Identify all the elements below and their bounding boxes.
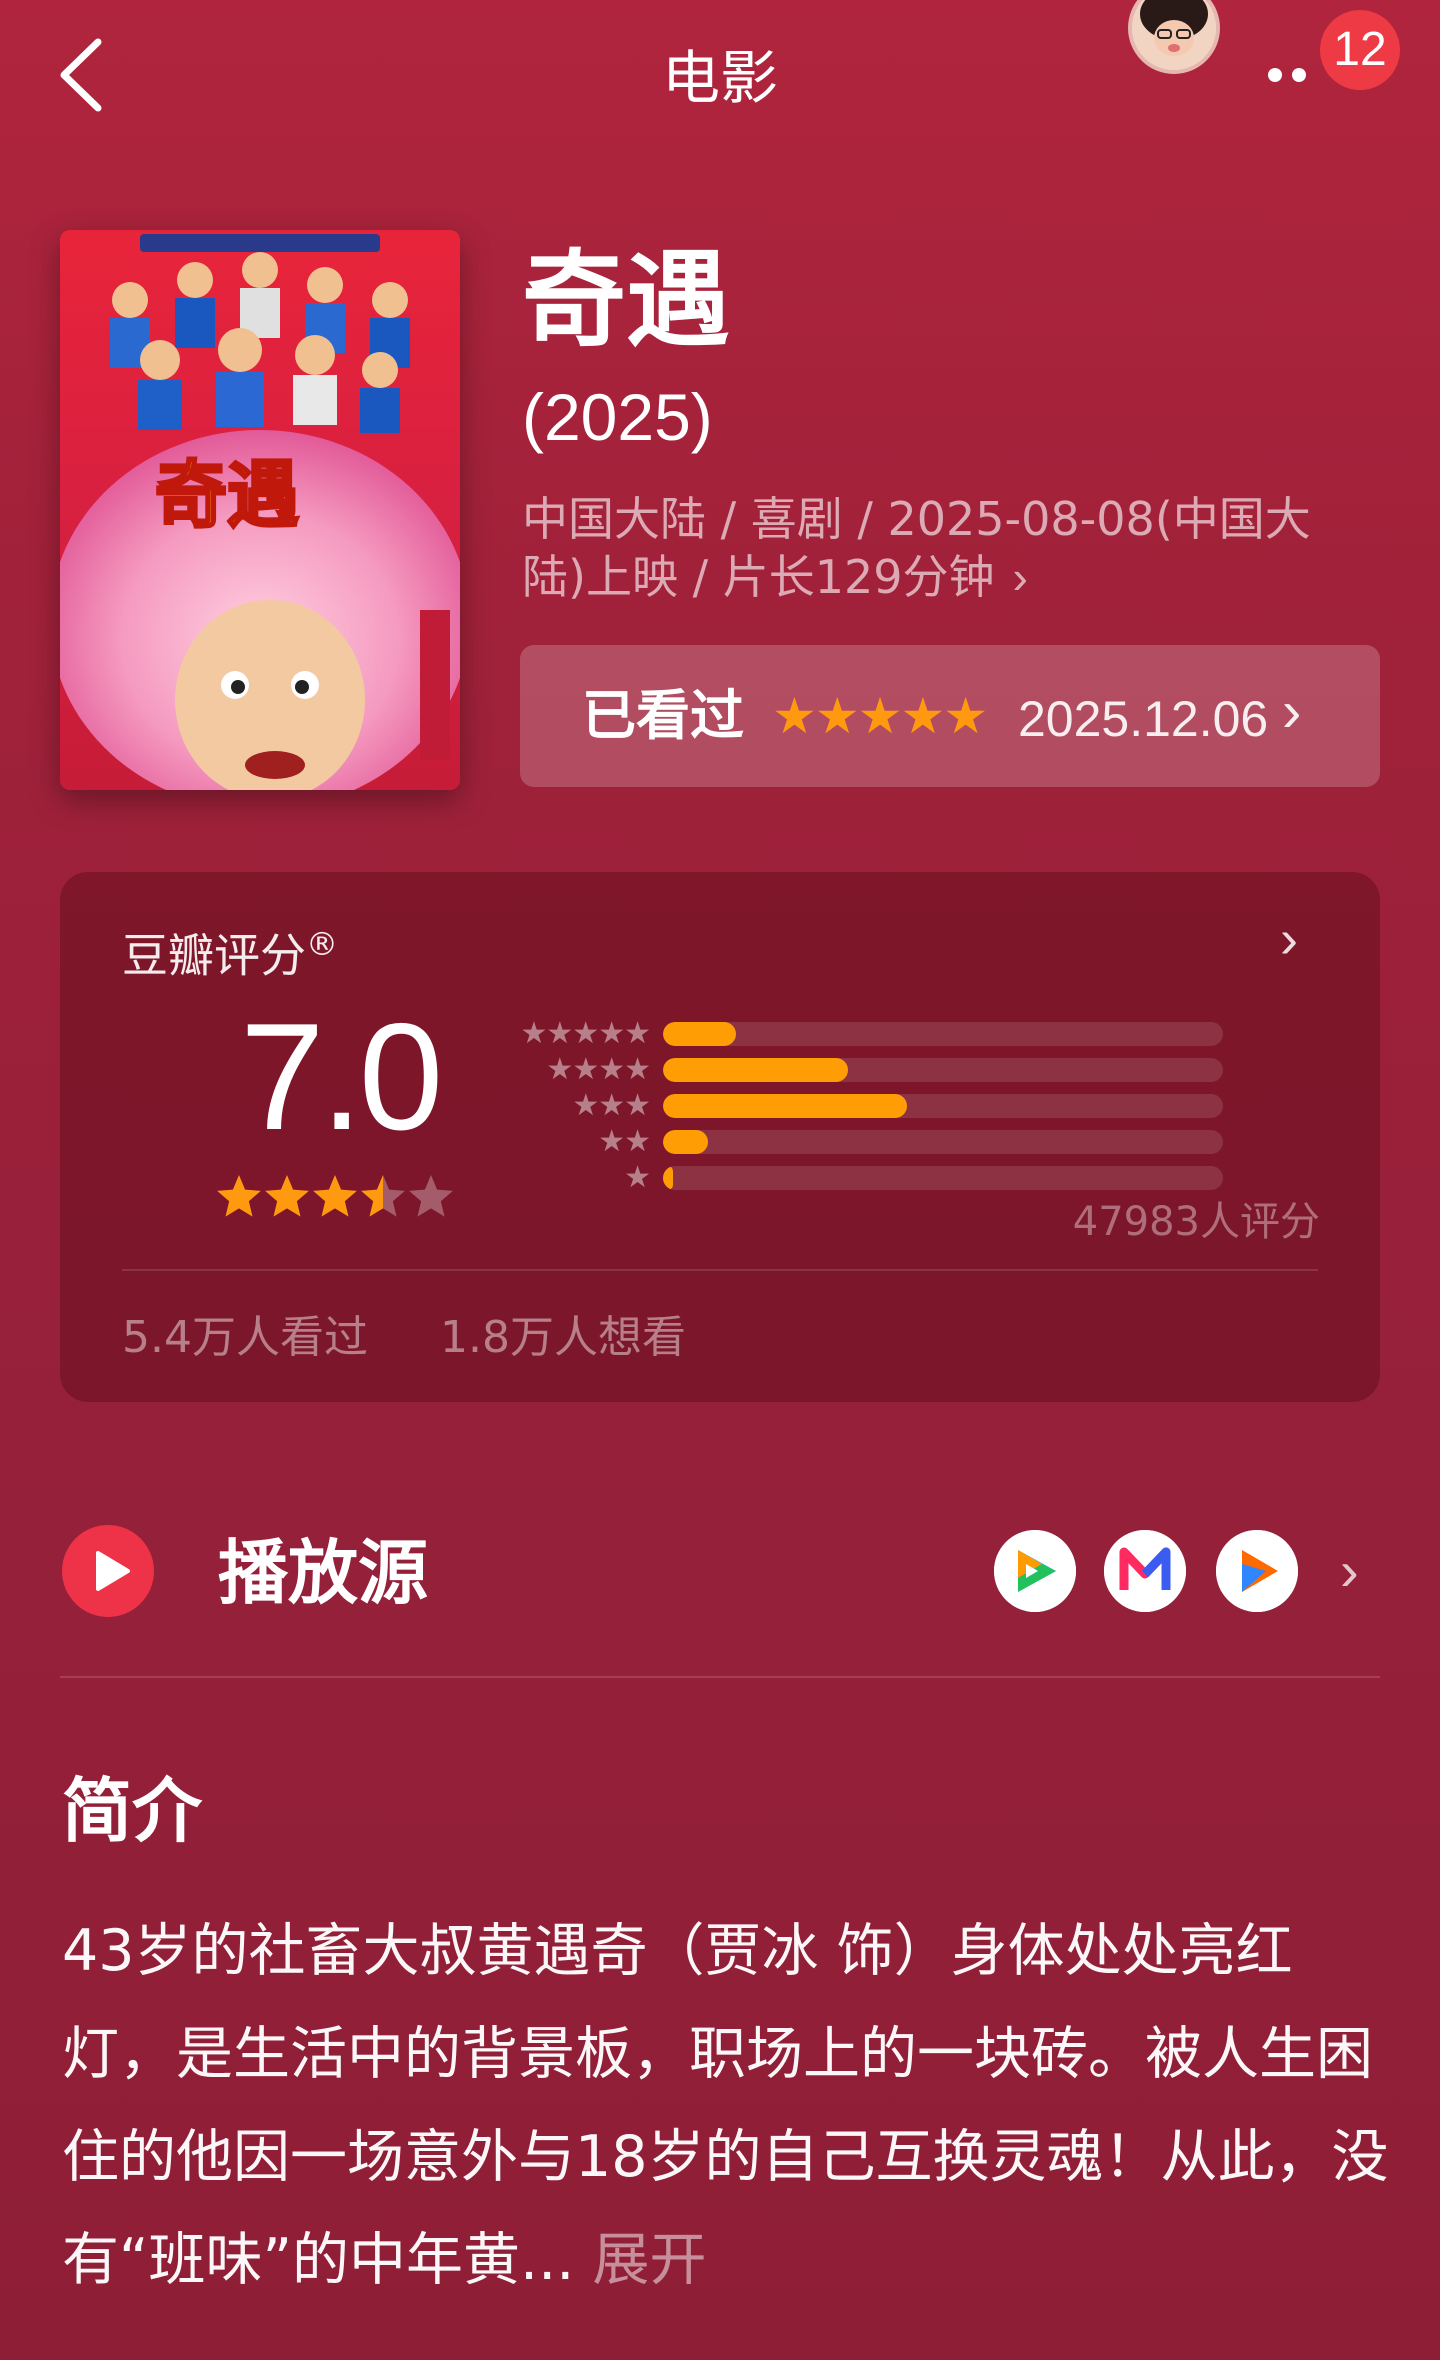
rating-label-text: 豆瓣评分 (122, 928, 306, 983)
distribution-bar (663, 1166, 674, 1190)
play-icon (62, 1525, 154, 1617)
star-icon (265, 1175, 309, 1217)
movie-meta-text: 中国大陆 / 喜剧 / 2025-08-08(中国大陆)上映 / 片长129分钟 (522, 492, 1311, 604)
distribution-bar-track (663, 1058, 1223, 1082)
rating-label: 豆瓣评分® (122, 914, 338, 985)
chevron-right-icon: › (1282, 679, 1302, 744)
svg-text:奇遇: 奇遇 (155, 453, 299, 537)
chevron-right-icon[interactable]: › (1280, 906, 1298, 972)
page-title: 电影 (661, 44, 778, 112)
star-rating-icon (217, 1175, 453, 1217)
distribution-stars-label: ★★★★★ (520, 1016, 651, 1051)
distribution-bar-track (663, 1166, 1223, 1190)
synopsis-text: 43岁的社畜大叔黄遇奇（贾冰 饰）身体处处亮红灯，是生活中的背景板，职场上的一块… (62, 1900, 1402, 2312)
rating-count: 47983人评分 (1072, 1199, 1320, 1245)
star-icon (361, 1175, 405, 1217)
douban-rating-card[interactable]: 豆瓣评分® › 7.0 ★★★★★ ★★★★ ★★★ ★★ ★ 47983人评分 5.4… (60, 872, 1380, 1402)
chevron-right-icon[interactable]: › (1340, 1536, 1359, 1606)
movie-year: (2025) (522, 380, 713, 454)
more-dot-icon (1268, 68, 1282, 82)
distribution-stars-label: ★★ (598, 1124, 651, 1159)
distribution-stars-label: ★★★★ (546, 1052, 651, 1087)
more-button[interactable] (1262, 60, 1332, 90)
distribution-bar-track (663, 1130, 1223, 1154)
distribution-bar-track (663, 1022, 1223, 1046)
want-count: 1.8万人想看 (440, 1312, 686, 1363)
synopsis-body: 43岁的社畜大叔黄遇奇（贾冰 饰）身体处处亮红灯，是生活中的背景板，职场上的一块… (62, 1918, 1389, 2293)
expand-link[interactable]: 展开 (593, 2227, 707, 2293)
star-icon (313, 1175, 357, 1217)
notification-badge[interactable]: 12 (1320, 10, 1400, 90)
watched-count: 5.4万人看过 (122, 1312, 368, 1363)
youku-icon[interactable] (1216, 1530, 1298, 1612)
distribution-bar-track (663, 1094, 1223, 1118)
star-icon (409, 1175, 453, 1217)
chevron-right-icon: › (1012, 551, 1028, 603)
more-dot-icon (1292, 68, 1306, 82)
distribution-stars-label: ★ (624, 1160, 651, 1195)
mgtv-icon[interactable] (1104, 1530, 1186, 1612)
poster-image: 奇遇 (60, 230, 460, 790)
rating-score: 7.0 (240, 992, 443, 1162)
user-rating-stars: ★★★★★ (772, 687, 988, 745)
movie-title: 奇遇 (522, 239, 731, 361)
distribution-stars-label: ★★★ (572, 1088, 651, 1123)
rating-stars (215, 1172, 455, 1222)
registered-mark: ® (306, 925, 338, 963)
movie-meta[interactable]: 中国大陆 / 喜剧 / 2025-08-08(中国大陆)上映 / 片长129分钟… (522, 490, 1372, 606)
divider (60, 1676, 1380, 1678)
watched-label: 已看过 (582, 684, 744, 747)
watched-status-button[interactable]: 已看过 ★★★★★ 2025.12.06 › (520, 645, 1380, 787)
distribution-bar (663, 1130, 708, 1154)
star-icon (217, 1175, 261, 1217)
synopsis-title: 简介 (62, 1770, 202, 1852)
play-source-label[interactable]: 播放源 (218, 1532, 428, 1614)
distribution-bar (663, 1022, 736, 1046)
watched-date: 2025.12.06 (1018, 691, 1269, 747)
divider (122, 1269, 1318, 1271)
distribution-bar (663, 1094, 907, 1118)
tencent-video-icon[interactable] (994, 1530, 1076, 1612)
movie-poster[interactable]: 奇遇 (60, 230, 460, 790)
distribution-bar (663, 1058, 848, 1082)
avatar-image (1132, 0, 1216, 70)
